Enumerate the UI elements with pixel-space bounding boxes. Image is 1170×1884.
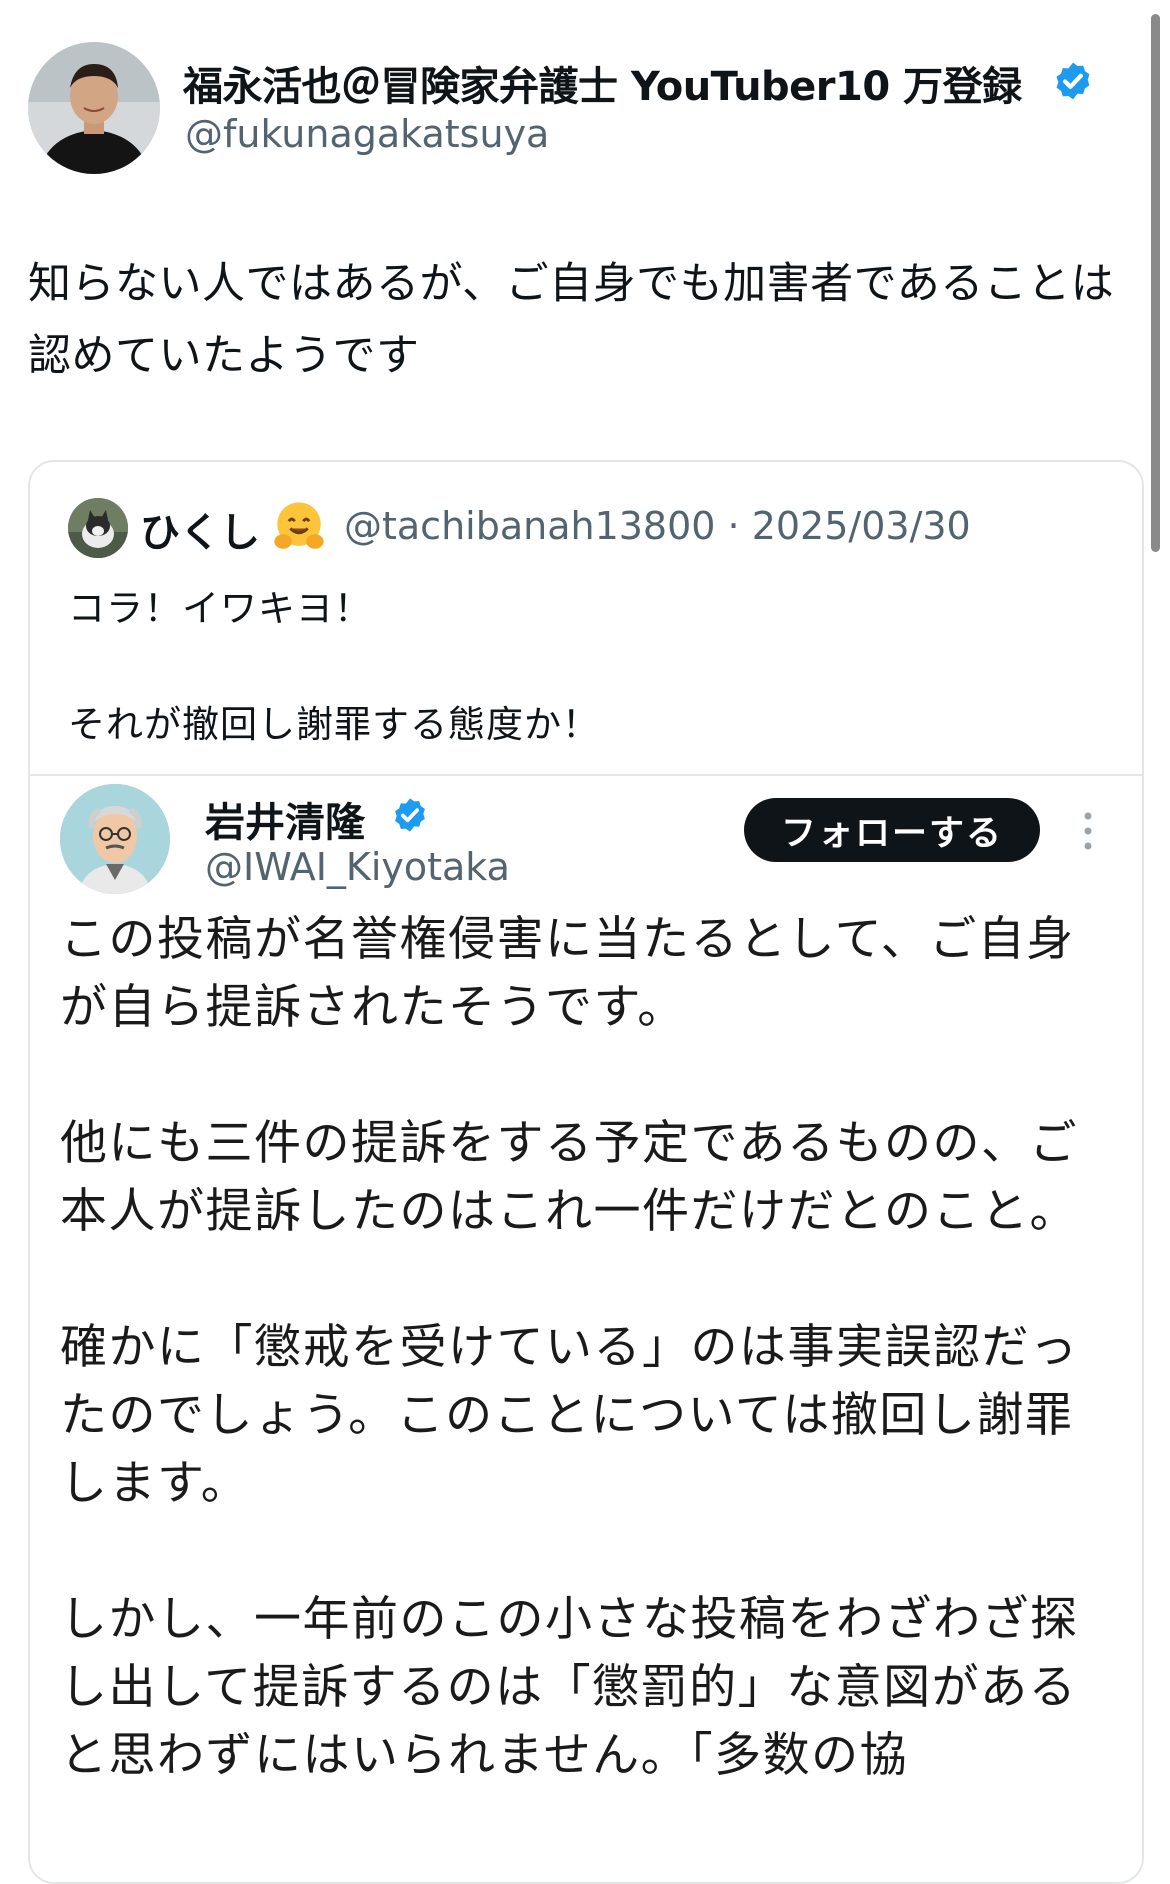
quoted-handle-and-date: @tachibanah13800 · 2025/03/30 [344,504,971,548]
follow-button: フォローする [744,798,1040,862]
verified-badge-icon [395,798,425,832]
embedded-paragraph: しかし、一年前のこの小さな投稿をわざわざ探し出して提訴するのは「懲罰的」な意図が… [60,1592,1079,1783]
embedded-author-avatar [60,784,170,894]
quoted-post-card[interactable]: ひくし @tachibanah13800 · 2025/03/30 コラ！イワキ… [28,460,1144,1884]
quoted-post-text: コラ！イワキヨ！ それが撤回し謝罪する態度か！ [68,587,600,746]
quoted-author-avatar [68,498,128,558]
author-display-name[interactable]: 福永活也＠冒険家弁護士 YouTuber10 万登録 [183,54,1022,112]
embedded-post-body: この投稿が名誉権侵害に当たるとして、ご自身が自ら提訴されたそうです。 他にも三件… [60,906,1120,1858]
scrollbar[interactable] [1151,14,1160,552]
embedded-paragraph: 他にも三件の提訴をする予定であるものの、ご本人が提訴したのはこれ一件だけだとのこ… [60,1116,1079,1239]
embedded-author-handle: @IWAI_Kiyotaka [205,845,510,889]
author-avatar[interactable] [28,42,160,174]
quoted-author-name: ひくし [140,510,260,556]
divider [30,774,1142,776]
post-text: 知らない人ではあるが、ご自身でも加害者であることは認めていたようです [28,259,1115,381]
hugging-face-icon [274,502,324,549]
author-handle[interactable]: @fukunagakatsuya [185,112,549,156]
verified-badge-icon [1056,62,1090,100]
more-options-icon [1084,812,1092,850]
embedded-paragraph: この投稿が名誉権侵害に当たるとして、ご自身が自ら提訴されたそうです。 [60,912,1075,1035]
embedded-paragraph: 確かに「懲戒を受けている」のは事実誤認だったのでしょう。このことについては撤回し… [60,1320,1079,1511]
embedded-author-name: 岩井清隆 [205,800,365,846]
